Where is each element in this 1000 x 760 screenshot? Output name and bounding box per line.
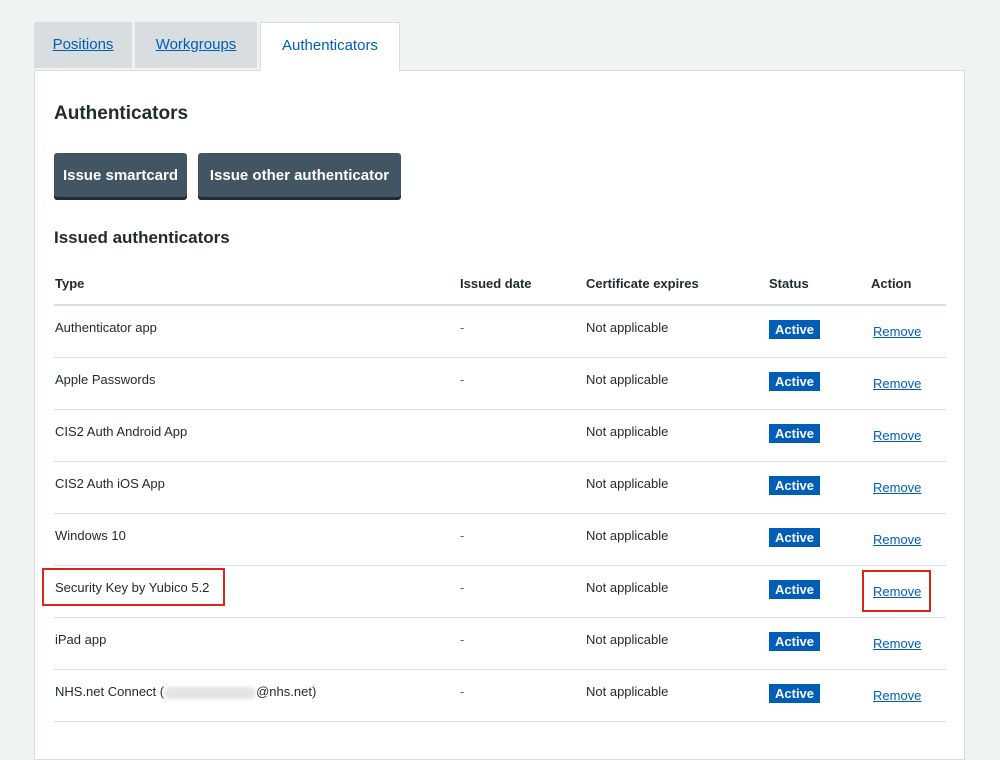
remove-link[interactable]: Remove: [873, 428, 921, 443]
status-cell: Active: [769, 528, 821, 547]
status-badge: Active: [769, 320, 821, 339]
type-cell: CIS2 Auth Android App: [55, 424, 188, 439]
column-header-issued-date: Issued date: [460, 276, 532, 291]
certificate-expires-cell: Not applicable: [586, 528, 669, 543]
table-row: Authenticator app - Not applicable Activ…: [54, 306, 946, 358]
action-cell: Remove: [873, 428, 921, 443]
issued-date-cell: -: [460, 320, 465, 335]
tab-authenticators[interactable]: Authenticators: [260, 22, 400, 71]
table-row: Security Key by Yubico 5.2 - Not applica…: [42, 566, 946, 618]
remove-link[interactable]: Remove: [873, 324, 921, 339]
status-badge: Active: [769, 424, 821, 443]
certificate-expires-cell: Not applicable: [586, 632, 669, 647]
remove-link[interactable]: Remove: [873, 376, 921, 391]
action-cell: Remove: [873, 636, 921, 651]
certificate-expires-cell: Not applicable: [586, 476, 669, 491]
issued-date-cell: -: [460, 372, 465, 387]
remove-link[interactable]: Remove: [873, 636, 921, 651]
issued-date-cell: -: [460, 528, 465, 543]
issued-date-cell: -: [460, 684, 465, 699]
certificate-expires-cell: Not applicable: [586, 320, 669, 335]
status-badge: Active: [769, 372, 821, 391]
type-cell: NHS.net Connect ( @nhs.net): [55, 684, 316, 699]
status-badge: Active: [769, 632, 821, 651]
status-cell: Active: [769, 684, 821, 703]
remove-link[interactable]: Remove: [873, 688, 921, 703]
remove-link[interactable]: Remove: [873, 532, 921, 547]
action-cell: Remove: [873, 480, 921, 495]
status-cell: Active: [769, 632, 821, 651]
table-header: Type Issued date Certificate expires Sta…: [54, 261, 946, 306]
certificate-expires-cell: Not applicable: [586, 424, 669, 439]
tab-positions[interactable]: Positions: [34, 22, 132, 68]
action-cell: Remove: [873, 532, 921, 547]
issued-authenticators-heading: Issued authenticators: [54, 228, 230, 247]
action-cell: Remove: [873, 376, 921, 391]
type-cell: Windows 10: [55, 528, 126, 543]
action-cell: Remove: [873, 584, 921, 599]
tab-workgroups[interactable]: Workgroups: [135, 22, 257, 68]
issued-date-cell: -: [460, 632, 465, 647]
status-cell: Active: [769, 424, 821, 443]
issue-other-authenticator-button[interactable]: Issue other authenticator: [198, 153, 401, 197]
action-cell: Remove: [873, 688, 921, 703]
certificate-expires-cell: Not applicable: [586, 580, 669, 595]
status-cell: Active: [769, 476, 821, 495]
type-cell: Apple Passwords: [55, 372, 156, 387]
certificate-expires-cell: Not applicable: [586, 684, 669, 699]
action-cell: Remove: [873, 324, 921, 339]
status-cell: Active: [769, 580, 821, 599]
status-badge: Active: [769, 476, 821, 495]
issue-smartcard-button[interactable]: Issue smartcard: [54, 153, 187, 197]
remove-link[interactable]: Remove: [873, 480, 921, 495]
table-row: NHS.net Connect ( @nhs.net) - Not applica…: [54, 670, 946, 722]
table-row: CIS2 Auth Android App Not applicable Act…: [54, 410, 946, 462]
table-row: Windows 10 - Not applicable Active Remov…: [54, 514, 946, 566]
type-cell: Authenticator app: [55, 320, 157, 335]
authenticators-table: Type Issued date Certificate expires Sta…: [42, 261, 946, 722]
remove-link[interactable]: Remove: [873, 584, 921, 599]
table-row: Apple Passwords - Not applicable Active …: [54, 358, 946, 410]
certificate-expires-cell: Not applicable: [586, 372, 669, 387]
page-title: Authenticators: [54, 103, 189, 124]
status-badge: Active: [769, 528, 821, 547]
table-row: CIS2 Auth iOS App Not applicable Active …: [54, 462, 946, 514]
table-row: iPad app - Not applicable Active Remove: [54, 618, 946, 670]
authenticators-panel: Authenticators Issue smartcard Issue oth…: [34, 70, 965, 760]
status-cell: Active: [769, 320, 821, 339]
issued-date-cell: -: [460, 580, 465, 595]
type-cell: iPad app: [55, 632, 107, 647]
type-prefix: NHS.net Connect (: [55, 684, 165, 699]
column-header-status: Status: [769, 276, 809, 291]
column-header-type: Type: [55, 276, 85, 291]
redacted-email: [164, 686, 257, 699]
status-cell: Active: [769, 372, 821, 391]
column-header-action: Action: [871, 276, 912, 291]
status-badge: Active: [769, 580, 821, 599]
type-cell: CIS2 Auth iOS App: [55, 476, 165, 491]
column-header-certificate-expires: Certificate expires: [586, 276, 699, 291]
type-suffix: @nhs.net): [256, 684, 317, 699]
type-cell: Security Key by Yubico 5.2: [55, 580, 210, 595]
status-badge: Active: [769, 684, 821, 703]
